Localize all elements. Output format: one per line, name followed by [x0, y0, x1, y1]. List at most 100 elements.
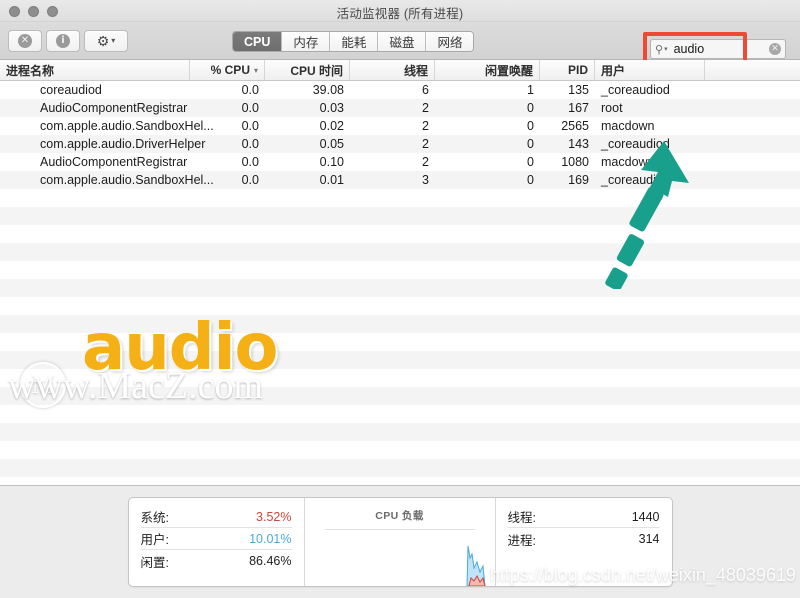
table-row[interactable]: AudioComponentRegistrar 0.0 0.03 2 0 167… — [0, 99, 800, 117]
stat-system: 系统: 3.52% — [141, 506, 292, 528]
cell-threads: 3 — [350, 171, 435, 189]
table-row[interactable]: AudioComponentRegistrar 0.0 0.10 2 0 108… — [0, 153, 800, 171]
chevron-down-icon: ▾ — [111, 37, 115, 45]
stat-system-value: 3.52% — [256, 510, 291, 524]
cell-process-name: com.apple.audio.SandboxHel... — [0, 171, 190, 189]
table-empty-row — [0, 189, 800, 207]
cell-user: macdown — [595, 117, 705, 135]
status-footer: 系统: 3.52% 用户: 10.01% 闲置: 86.46% CPU 负载 — [0, 485, 800, 598]
stat-processes: 进程: 314 — [508, 528, 660, 550]
close-circle-icon: ✕ — [18, 34, 32, 48]
cell-cpu-time: 0.03 — [265, 99, 350, 117]
search-input-value: audio — [674, 42, 769, 56]
cell-user: _coreaudiod — [595, 135, 705, 153]
table-column-headers: 进程名称 % CPU ▾ CPU 时间 线程 闲置唤醒 PID 用户 — [0, 60, 800, 81]
tab-cpu[interactable]: CPU — [233, 32, 282, 51]
cpu-load-graph — [449, 528, 489, 586]
table-empty-row — [0, 207, 800, 225]
column-header-idle-wake[interactable]: 闲置唤醒 — [435, 60, 540, 80]
activity-monitor-window: 活动监视器 (所有进程) ✕ i ⚙ ▾ CPU 内存 能耗 磁盘 网络 ⚲ — [0, 0, 800, 598]
column-header-process-name[interactable]: 进程名称 — [0, 60, 190, 80]
table-empty-row — [0, 459, 800, 477]
table-empty-row — [0, 369, 800, 387]
column-header-cpu-time[interactable]: CPU 时间 — [265, 60, 350, 80]
column-header-cpu-percent[interactable]: % CPU ▾ — [190, 60, 265, 80]
table-empty-row — [0, 297, 800, 315]
cell-cpu-time: 0.05 — [265, 135, 350, 153]
cell-pid: 1080 — [540, 153, 595, 171]
cell-pid: 2565 — [540, 117, 595, 135]
table-empty-row — [0, 405, 800, 423]
cell-idle-wake: 0 — [435, 117, 540, 135]
info-circle-icon: i — [56, 34, 70, 48]
table-empty-row — [0, 387, 800, 405]
title-bar: 活动监视器 (所有进程) — [0, 0, 800, 22]
cell-process-name: AudioComponentRegistrar — [0, 99, 190, 117]
table-empty-row — [0, 477, 800, 485]
cell-pid: 143 — [540, 135, 595, 153]
cell-pid: 169 — [540, 171, 595, 189]
cell-process-name: coreaudiod — [0, 81, 190, 99]
cell-threads: 2 — [350, 153, 435, 171]
clear-search-icon[interactable]: ✕ — [769, 43, 781, 55]
stat-threads: 线程: 1440 — [508, 506, 660, 528]
cell-cpu-percent: 0.0 — [190, 99, 265, 117]
cell-process-name: com.apple.audio.SandboxHel... — [0, 117, 190, 135]
cell-cpu-percent: 0.0 — [190, 117, 265, 135]
cell-cpu-time: 0.10 — [265, 153, 350, 171]
column-header-user[interactable]: 用户 — [595, 60, 705, 80]
column-header-cpu-percent-label: % CPU — [211, 63, 250, 77]
column-header-pid[interactable]: PID — [540, 60, 595, 80]
cpu-usage-stats: 系统: 3.52% 用户: 10.01% 闲置: 86.46% — [129, 498, 305, 586]
chevron-down-icon[interactable]: ▾ — [664, 45, 668, 53]
cell-threads: 6 — [350, 81, 435, 99]
cell-threads: 2 — [350, 135, 435, 153]
settings-menu-button[interactable]: ⚙ ▾ — [84, 30, 128, 52]
window-title: 活动监视器 (所有进程) — [0, 3, 800, 22]
tab-energy[interactable]: 能耗 — [330, 32, 378, 51]
column-header-spacer — [705, 60, 800, 80]
stat-processes-value: 314 — [639, 532, 660, 546]
table-row[interactable]: com.apple.audio.SandboxHel... 0.0 0.01 3… — [0, 171, 800, 189]
table-row[interactable]: coreaudiod 0.0 39.08 6 1 135 _coreaudiod — [0, 81, 800, 99]
search-container: ⚲ ▾ audio ✕ — [650, 39, 786, 59]
system-counts: 线程: 1440 进程: 314 — [496, 498, 672, 586]
stat-threads-value: 1440 — [632, 510, 660, 524]
cell-cpu-time: 39.08 — [265, 81, 350, 99]
cpu-load-graph-title: CPU 负载 — [375, 508, 424, 523]
gear-icon: ⚙ — [97, 34, 110, 48]
toolbar-button-group: ✕ i ⚙ ▾ — [8, 30, 128, 52]
cell-idle-wake: 0 — [435, 153, 540, 171]
table-empty-row — [0, 261, 800, 279]
tab-memory[interactable]: 内存 — [282, 32, 330, 51]
cell-threads: 2 — [350, 99, 435, 117]
cell-user: root — [595, 99, 705, 117]
tab-network[interactable]: 网络 — [426, 32, 473, 51]
stat-idle-value: 86.46% — [249, 554, 291, 568]
column-header-threads[interactable]: 线程 — [350, 60, 435, 80]
cell-user: _coreaudiod — [595, 81, 705, 99]
toolbar: ✕ i ⚙ ▾ CPU 内存 能耗 磁盘 网络 ⚲ ▾ audio ✕ — [0, 22, 800, 60]
table-row[interactable]: com.apple.audio.SandboxHel... 0.0 0.02 2… — [0, 117, 800, 135]
cell-idle-wake: 1 — [435, 81, 540, 99]
cell-cpu-percent: 0.0 — [190, 153, 265, 171]
cell-cpu-percent: 0.0 — [190, 81, 265, 99]
cell-pid: 167 — [540, 99, 595, 117]
cell-cpu-percent: 0.0 — [190, 135, 265, 153]
inspect-process-button[interactable]: i — [46, 30, 80, 52]
stat-user-value: 10.01% — [249, 532, 291, 546]
tab-disk[interactable]: 磁盘 — [378, 32, 426, 51]
search-icon: ⚲ — [655, 43, 663, 56]
cell-threads: 2 — [350, 117, 435, 135]
cell-pid: 135 — [540, 81, 595, 99]
table-empty-row — [0, 423, 800, 441]
cell-idle-wake: 0 — [435, 99, 540, 117]
cell-user: macdown — [595, 153, 705, 171]
stat-idle: 闲置: 86.46% — [141, 550, 292, 572]
search-input[interactable]: ⚲ ▾ audio ✕ — [650, 39, 786, 59]
table-empty-row — [0, 279, 800, 297]
process-table[interactable]: coreaudiod 0.0 39.08 6 1 135 _coreaudiod… — [0, 81, 800, 485]
stop-process-button[interactable]: ✕ — [8, 30, 42, 52]
table-row[interactable]: com.apple.audio.DriverHelper 0.0 0.05 2 … — [0, 135, 800, 153]
chevron-down-icon: ▾ — [254, 66, 258, 75]
